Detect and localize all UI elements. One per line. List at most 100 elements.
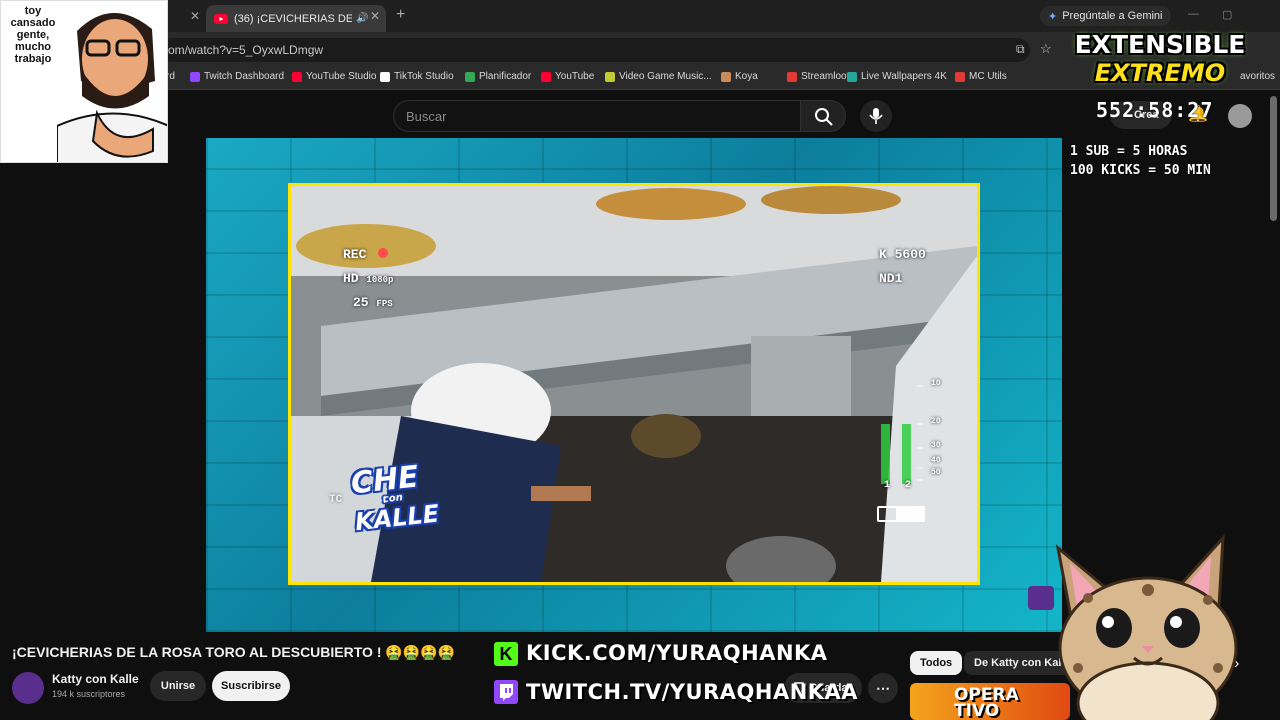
bookmark-item[interactable]: MC Utils [955, 71, 1007, 82]
kick-link: KICK.COM/YURAQHANKA [526, 641, 828, 665]
nd-indicator: ND1 [879, 271, 903, 286]
kick-icon: K [494, 642, 518, 666]
battery-icon [877, 506, 925, 522]
video-title: ¡CEVICHERIAS DE LA ROSA TORO AL DESCUBIE… [12, 644, 456, 660]
rec-dot-icon [378, 248, 389, 258]
logo-line-1: EXTENSIBLE [1074, 30, 1246, 59]
channel-avatar[interactable] [12, 672, 44, 704]
bookmark-favicon-icon [787, 71, 797, 82]
fps-unit: FPS [376, 299, 393, 309]
cat-mascot-overlay [1055, 533, 1238, 720]
channel-subscriber-count: 194 k suscriptores [52, 689, 126, 699]
chip-all[interactable]: Todos [910, 651, 963, 675]
fps-value: 25 [353, 295, 369, 310]
close-active-tab-icon[interactable]: ✕ [370, 9, 380, 23]
hd-label: HD [343, 271, 359, 286]
bookmark-label: Twitch Dashboard [204, 71, 285, 82]
meter-channel-label: 2 [905, 480, 912, 491]
video-frame: REC HD 1080p 25 FPS K 5600 ND1 10 20 30 … [288, 183, 980, 585]
che-con-kalle-logo: CHE con KALLE [349, 460, 440, 537]
bookmark-item[interactable]: YouTube Studio [292, 71, 376, 82]
color-temp-indicator: K 5600 [879, 247, 926, 262]
bookmark-favicon-icon [955, 71, 965, 82]
bookmark-favicon-icon [380, 71, 390, 82]
voice-search-button[interactable] [860, 100, 892, 132]
new-tab-icon[interactable]: + [396, 6, 405, 24]
bookmark-item[interactable]: YouTube [541, 71, 594, 82]
meter-bar-2 [902, 424, 911, 484]
install-app-icon[interactable]: ⧉ [1016, 42, 1025, 57]
screen: ✕ (36) ¡CEVICHERIAS DE LA R 🔊 ✕ + ✦ Preg… [0, 0, 1280, 720]
more-actions-icon[interactable]: ⋯ [868, 673, 898, 703]
bookmark-label: TikTok Studio [394, 71, 454, 82]
bookmark-favicon-icon [465, 71, 475, 82]
channel-name[interactable]: Katty con Kalle [52, 672, 139, 686]
bookmark-favicon-icon [605, 71, 615, 82]
logo-line-2: EXTREMO [1094, 59, 1226, 87]
hd-indicator: HD 1080p [343, 271, 393, 286]
bookmark-item[interactable]: Twitch Dashboard [190, 71, 284, 82]
search-button[interactable] [800, 100, 846, 132]
bookmark-item[interactable]: Live Wallpapers 4K [847, 71, 947, 82]
meter-label: 30 [931, 441, 941, 450]
video-player[interactable]: REC HD 1080p 25 FPS K 5600 ND1 10 20 30 … [206, 138, 1062, 632]
twitch-link: TWITCH.TV/YURAQHANKAA [526, 680, 859, 704]
subscribe-button[interactable]: Suscribirse [212, 671, 290, 701]
timecode-label: TC [329, 494, 343, 506]
webcam-caption: toy cansado gente, mucho trabajo [10, 5, 56, 65]
meter-label: 50 [931, 468, 941, 477]
bookmark-label: Planificador [479, 71, 532, 82]
search-input[interactable]: Buscar [393, 100, 800, 132]
microphone-icon [869, 108, 883, 124]
bookmark-label: Live Wallpapers 4K [861, 71, 947, 82]
twitch-icon [494, 680, 518, 704]
extensible-extremo-logo: EXTENSIBLE EXTREMO [1060, 30, 1260, 96]
browser-tab-active[interactable]: (36) ¡CEVICHERIAS DE LA R 🔊 [206, 5, 386, 32]
meter-bar-1 [881, 424, 890, 484]
audio-icon: 🔊 [356, 13, 369, 24]
bookmark-item[interactable]: Streamloots [787, 71, 854, 82]
recommended-video-thumbnail[interactable]: OPERA TIVO [910, 683, 1070, 720]
bookmark-label: Koya [735, 71, 758, 82]
thumbnail-text: OPERA TIVO [954, 685, 1019, 720]
bookmark-favicon-icon [541, 71, 551, 82]
bookmark-favicon-icon [292, 71, 302, 82]
join-button[interactable]: Unirse [150, 671, 206, 701]
webcam-overlay: toy cansado gente, mucho trabajo [0, 0, 168, 163]
bookmark-label: YouTube [555, 71, 595, 82]
minimize-icon[interactable]: — [1188, 8, 1199, 20]
maximize-icon[interactable]: ▢ [1222, 8, 1232, 21]
url-text: om/watch?v=5_OyxwLDmgw [168, 43, 324, 57]
meter-label: 40 [931, 456, 941, 465]
account-avatar[interactable] [1228, 104, 1252, 128]
bookmark-favicon-icon [721, 71, 731, 82]
gemini-button[interactable]: ✦ Pregúntale a Gemini [1040, 6, 1171, 26]
bookmark-item[interactable]: TikTok Studio [380, 71, 454, 82]
bookmark-label: YouTube Studio [306, 71, 377, 82]
bookmark-item[interactable]: Koya [721, 71, 758, 82]
subathon-timer: 552:58:27 [1096, 98, 1214, 122]
youtube-favicon-icon [214, 13, 228, 24]
meter-label: 20 [931, 417, 941, 426]
bookmark-item[interactable]: Planificador [465, 71, 531, 82]
page-scrollbar[interactable] [1270, 96, 1277, 221]
bookmark-item[interactable]: Video Game Music... [605, 71, 712, 82]
gemini-icon: ✦ [1048, 10, 1058, 23]
chip-all-label: Todos [920, 657, 953, 669]
url-bar[interactable]: om/watch?v=5_OyxwLDmgw [160, 38, 1030, 62]
bookmark-favicon-icon [847, 71, 857, 82]
gemini-label: Pregúntale a Gemini [1062, 10, 1163, 22]
subscribe-label: Suscribirse [221, 680, 281, 692]
audio-meter [881, 385, 923, 484]
close-tab-icon[interactable]: ✕ [190, 9, 200, 23]
bookmark-star-icon[interactable]: ☆ [1040, 41, 1052, 57]
join-label: Unirse [160, 680, 196, 692]
meter-channel-label: 1 [884, 480, 891, 491]
fps-indicator: 25 FPS [353, 295, 393, 310]
search-icon [815, 108, 833, 126]
search-placeholder: Buscar [406, 109, 447, 124]
rec-indicator: REC [343, 247, 389, 262]
bookmark-label: Video Game Music... [619, 71, 712, 82]
streamer-avatar-drawing [57, 12, 167, 162]
bookmark-favicon-icon [190, 71, 200, 82]
